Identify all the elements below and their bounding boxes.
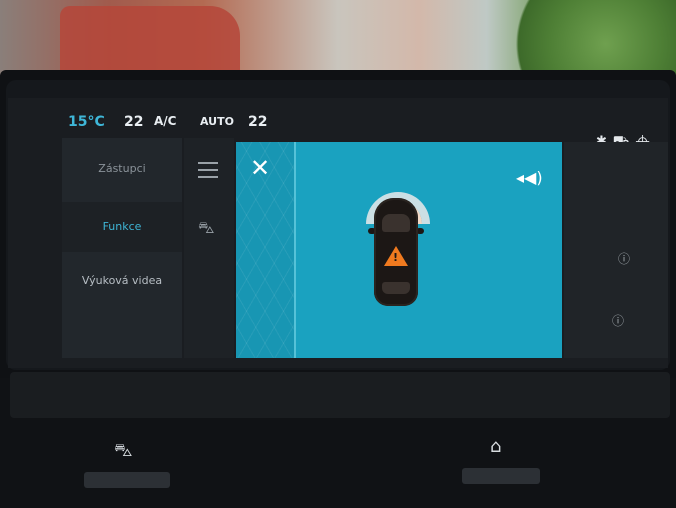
parking-panel-divider — [294, 142, 296, 358]
background-red-car — [60, 6, 240, 80]
info-icon[interactable]: ⓘ — [618, 250, 630, 267]
sidebar-item-vyukova-videa[interactable]: Výuková videa — [62, 256, 182, 306]
menu-icon[interactable] — [198, 162, 218, 183]
close-icon[interactable]: ✕ — [250, 156, 270, 180]
sidebar-item-funkce[interactable]: Funkce — [62, 202, 182, 252]
home-button-icon: ⌂ — [490, 436, 502, 457]
driver-temperature[interactable]: 15°C — [68, 114, 105, 130]
ac-button[interactable]: A/C — [154, 114, 176, 128]
vehicle-hardware-button[interactable] — [84, 472, 170, 488]
sidebar: Zástupci Funkce Výuková videa — [62, 138, 182, 358]
fan-speed[interactable]: 22 — [124, 114, 143, 130]
warning-mark: ! — [393, 251, 399, 264]
info-icon[interactable]: ⓘ — [612, 312, 624, 329]
speaker-icon[interactable]: ◂◀) — [516, 168, 543, 187]
car-icon[interactable]: ⛍ — [198, 218, 215, 239]
climate-bar: 15°C 22 A/C AUTO 22 — [8, 98, 668, 140]
vehicle-windshield — [382, 214, 410, 232]
infotainment-screen: 15°C 22 A/C AUTO 22 ✱⛟⌖ Zástupci Funkce … — [8, 98, 668, 368]
vehicle-rear-window — [382, 282, 410, 294]
auto-button[interactable]: AUTO — [200, 115, 234, 128]
console-trim — [10, 372, 670, 418]
home-hardware-button[interactable] — [462, 468, 540, 484]
vehicle-button-icon: ⛍ — [114, 440, 133, 461]
passenger-temperature[interactable]: 22 — [248, 114, 267, 130]
sidebar-item-zastupci[interactable]: Zástupci — [62, 144, 182, 194]
parking-assist-panel: ✕ ◂◀) ! — [236, 142, 562, 358]
